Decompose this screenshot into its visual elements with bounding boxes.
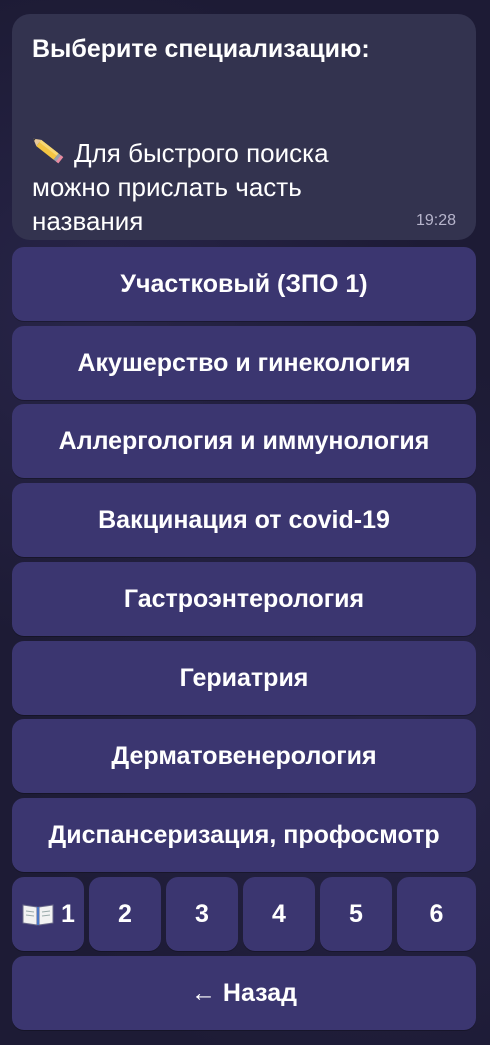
page-button-4[interactable]: 4 <box>243 877 315 951</box>
page-button-2[interactable]: 2 <box>89 877 161 951</box>
specialization-button-dermatovenerologiya[interactable]: Дерматовенерология <box>12 719 476 793</box>
page-button-6[interactable]: 6 <box>397 877 476 951</box>
specialization-button-akusherstvo[interactable]: Акушерство и гинекология <box>12 326 476 400</box>
page-button-3[interactable]: 3 <box>166 877 238 951</box>
page-label-1: 1 <box>61 899 75 928</box>
specialization-button-uchastkovyi[interactable]: Участковый (ЗПО 1) <box>12 247 476 321</box>
pencil-icon <box>33 138 64 164</box>
message-title: Выберите специализацию: <box>32 35 370 63</box>
message-time: 19:28 <box>415 212 456 229</box>
specialization-button-dispanserizatsiya[interactable]: Диспансеризация, профосмотр <box>12 798 476 872</box>
chat-screen: Выберите специализацию: Для быстрого пои… <box>0 0 490 1045</box>
specialization-button-vaktsinatsiya[interactable]: Вакцинация от covid-19 <box>12 483 476 557</box>
message-hint: Для быстрого поиска можно прислать часть… <box>32 102 456 238</box>
message-hint-text: Для быстрого поиска можно прислать часть… <box>32 138 329 236</box>
open-book-icon <box>22 904 54 926</box>
page-button-1-current[interactable]: 1 <box>12 877 84 951</box>
specialization-button-gastroenterologiya[interactable]: Гастроэнтерология <box>12 562 476 636</box>
page-button-5[interactable]: 5 <box>320 877 392 951</box>
bot-message-bubble: Выберите специализацию: Для быстрого пои… <box>12 14 476 240</box>
specialization-button-geriatriya[interactable]: Гериатрия <box>12 641 476 715</box>
specialization-button-allergologiya[interactable]: Аллергология и иммунология <box>12 404 476 478</box>
back-button[interactable]: ← Назад <box>12 956 476 1030</box>
